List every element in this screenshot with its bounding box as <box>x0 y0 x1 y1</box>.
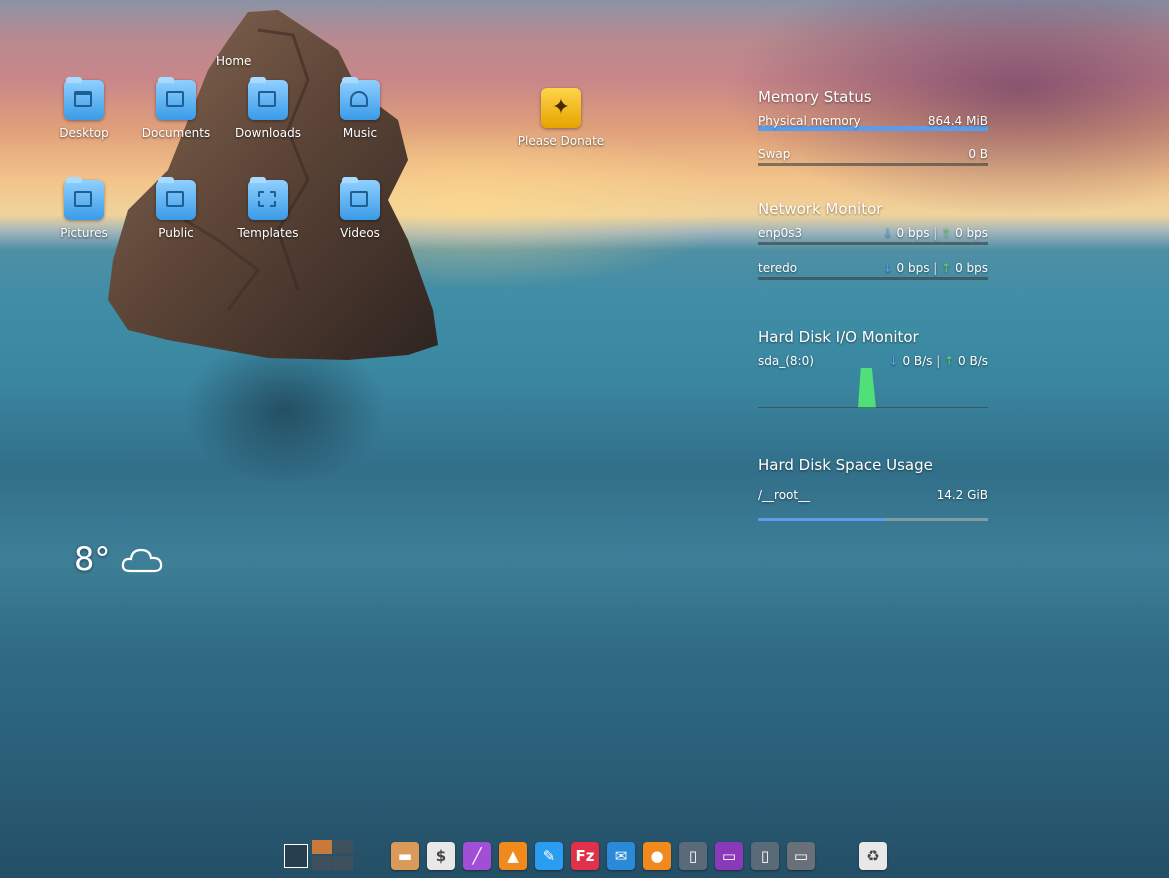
usb-drive-icon[interactable]: ▭ <box>787 842 815 870</box>
workspace-3[interactable] <box>333 840 353 854</box>
download-rate: 0 bps <box>896 261 930 275</box>
chat-icon[interactable]: ▭ <box>715 842 743 870</box>
desktop-icon-label: Desktop <box>59 126 109 140</box>
network-monitor-widget: Network Monitor enp0s3 ↓ 0 bps | ↑ 0 bps… <box>758 200 988 280</box>
desktop-icon-templates[interactable]: Templates <box>222 177 314 240</box>
workspace-pager[interactable] <box>284 840 353 872</box>
paint-brush-icon[interactable]: ╱ <box>463 842 491 870</box>
disk-io-row: sda_(8:0) ↓ 0 B/s | ↑ 0 B/s <box>758 354 988 368</box>
file-manager-icon[interactable]: ▬ <box>391 842 419 870</box>
disk-io-monitor-widget: Hard Disk I/O Monitor sda_(8:0) ↓ 0 B/s … <box>758 328 988 408</box>
memory-status-widget: Memory Status Physical memory 864.4 MiB … <box>758 88 988 166</box>
write-arrow-icon: ↑ <box>944 354 955 368</box>
swap-row: Swap 0 B <box>758 147 988 161</box>
desktop-icon-please-donate[interactable]: ✦ Please Donate <box>515 88 607 148</box>
wallpaper-rock-reflection <box>150 350 420 550</box>
physical-memory-row: Physical memory 864.4 MiB <box>758 114 988 128</box>
disk-space-usage-widget: Hard Disk Space Usage /__root__ 14.2 GiB <box>758 456 988 521</box>
compass-star-icon: ✦ <box>541 88 581 128</box>
widget-title: Hard Disk I/O Monitor <box>758 328 919 346</box>
music-folder-icon <box>340 77 380 120</box>
desktop-icon-label: Music <box>342 126 378 140</box>
text-editor-icon[interactable]: ✎ <box>535 842 563 870</box>
download-arrow-icon: ↓ <box>882 226 893 240</box>
swap-bar <box>758 163 988 166</box>
disk-space-row: /__root__ 14.2 GiB <box>758 488 988 502</box>
disk-write-rate: 0 B/s <box>958 354 988 368</box>
desktop-icon-label: Templates <box>237 226 299 240</box>
desktop-folder-icon <box>64 77 104 120</box>
vlc-cone-icon[interactable]: ▲ <box>499 842 527 870</box>
desktop-icon-label: Videos <box>340 226 380 240</box>
document-edit-icon[interactable]: ▯ <box>751 842 779 870</box>
terminal-icon[interactable]: $ <box>427 842 455 870</box>
network-graph-baseline <box>758 242 988 245</box>
mail-icon[interactable]: ✉ <box>607 842 635 870</box>
workspace-4[interactable] <box>312 856 332 870</box>
temperature: 8° <box>74 540 111 578</box>
swap-value: 0 B <box>968 147 988 161</box>
disk-space-bar <box>758 518 988 521</box>
download-arrow-icon: ↓ <box>882 261 893 275</box>
upload-arrow-icon: ↑ <box>941 261 952 275</box>
downloads-folder-icon <box>248 77 288 120</box>
desktop-icon-videos[interactable]: Videos <box>314 177 406 240</box>
weather-widget[interactable]: 8° <box>74 540 164 578</box>
disk-io-graph-plot <box>758 368 988 408</box>
disk-device-name: sda_(8:0) <box>758 354 814 368</box>
workspace-1[interactable] <box>284 844 308 868</box>
public-folder-icon <box>156 177 196 220</box>
download-rate: 0 bps <box>896 226 930 240</box>
disk-read-rate: 0 B/s <box>902 354 933 368</box>
desktop-icon-pictures[interactable]: Pictures <box>38 177 130 240</box>
disk-io-spike <box>858 368 876 408</box>
desktop-icon-label: Please Donate <box>517 134 605 148</box>
document-icon[interactable]: ▯ <box>679 842 707 870</box>
firefox-icon[interactable]: ● <box>643 842 671 870</box>
desktop-icon-label: Documents <box>141 126 211 140</box>
cloud-icon <box>122 548 163 573</box>
desktop-icon-desktop[interactable]: Desktop <box>38 77 130 140</box>
desktop-icon-public[interactable]: Public <box>130 177 222 240</box>
templates-folder-icon <box>248 177 288 220</box>
desktop-icon-downloads[interactable]: Downloads <box>222 77 314 140</box>
pictures-folder-icon <box>64 177 104 220</box>
interface-name: enp0s3 <box>758 226 803 240</box>
desktop-icon-label: Downloads <box>235 126 301 140</box>
widget-title: Memory Status <box>758 88 872 106</box>
desktop-icon-label: Pictures <box>60 226 108 240</box>
mount-point: /__root__ <box>758 488 811 502</box>
documents-folder-icon <box>156 77 196 120</box>
home-folder-label: Home <box>216 54 252 68</box>
disk-used-value: 14.2 GiB <box>936 488 988 502</box>
workspace-5[interactable] <box>333 856 353 870</box>
widget-title: Network Monitor <box>758 200 883 218</box>
recycle-bin-icon[interactable]: ♻ <box>859 842 887 870</box>
videos-folder-icon <box>340 177 380 220</box>
physical-memory-label: Physical memory <box>758 114 861 128</box>
filezilla-icon[interactable]: Fz <box>571 842 599 870</box>
read-arrow-icon: ↓ <box>888 354 899 368</box>
physical-memory-value: 864.4 MiB <box>927 114 988 128</box>
desktop-icon-music[interactable]: Music <box>314 77 406 140</box>
upload-arrow-icon: ↑ <box>941 226 952 240</box>
disk-io-graph <box>758 368 988 408</box>
upload-rate: 0 bps <box>955 261 988 275</box>
upload-rate: 0 bps <box>955 226 988 240</box>
desktop-icon-label: Public <box>158 226 194 240</box>
workspace-2[interactable] <box>312 840 332 854</box>
network-interface-row: enp0s3 ↓ 0 bps | ↑ 0 bps <box>758 226 988 240</box>
network-graph-baseline <box>758 277 988 280</box>
swap-label: Swap <box>758 147 791 161</box>
desktop-icon-documents[interactable]: Documents <box>130 77 222 140</box>
network-interface-row: teredo ↓ 0 bps | ↑ 0 bps <box>758 261 988 275</box>
widget-title: Hard Disk Space Usage <box>758 456 933 474</box>
interface-name: teredo <box>758 261 798 275</box>
